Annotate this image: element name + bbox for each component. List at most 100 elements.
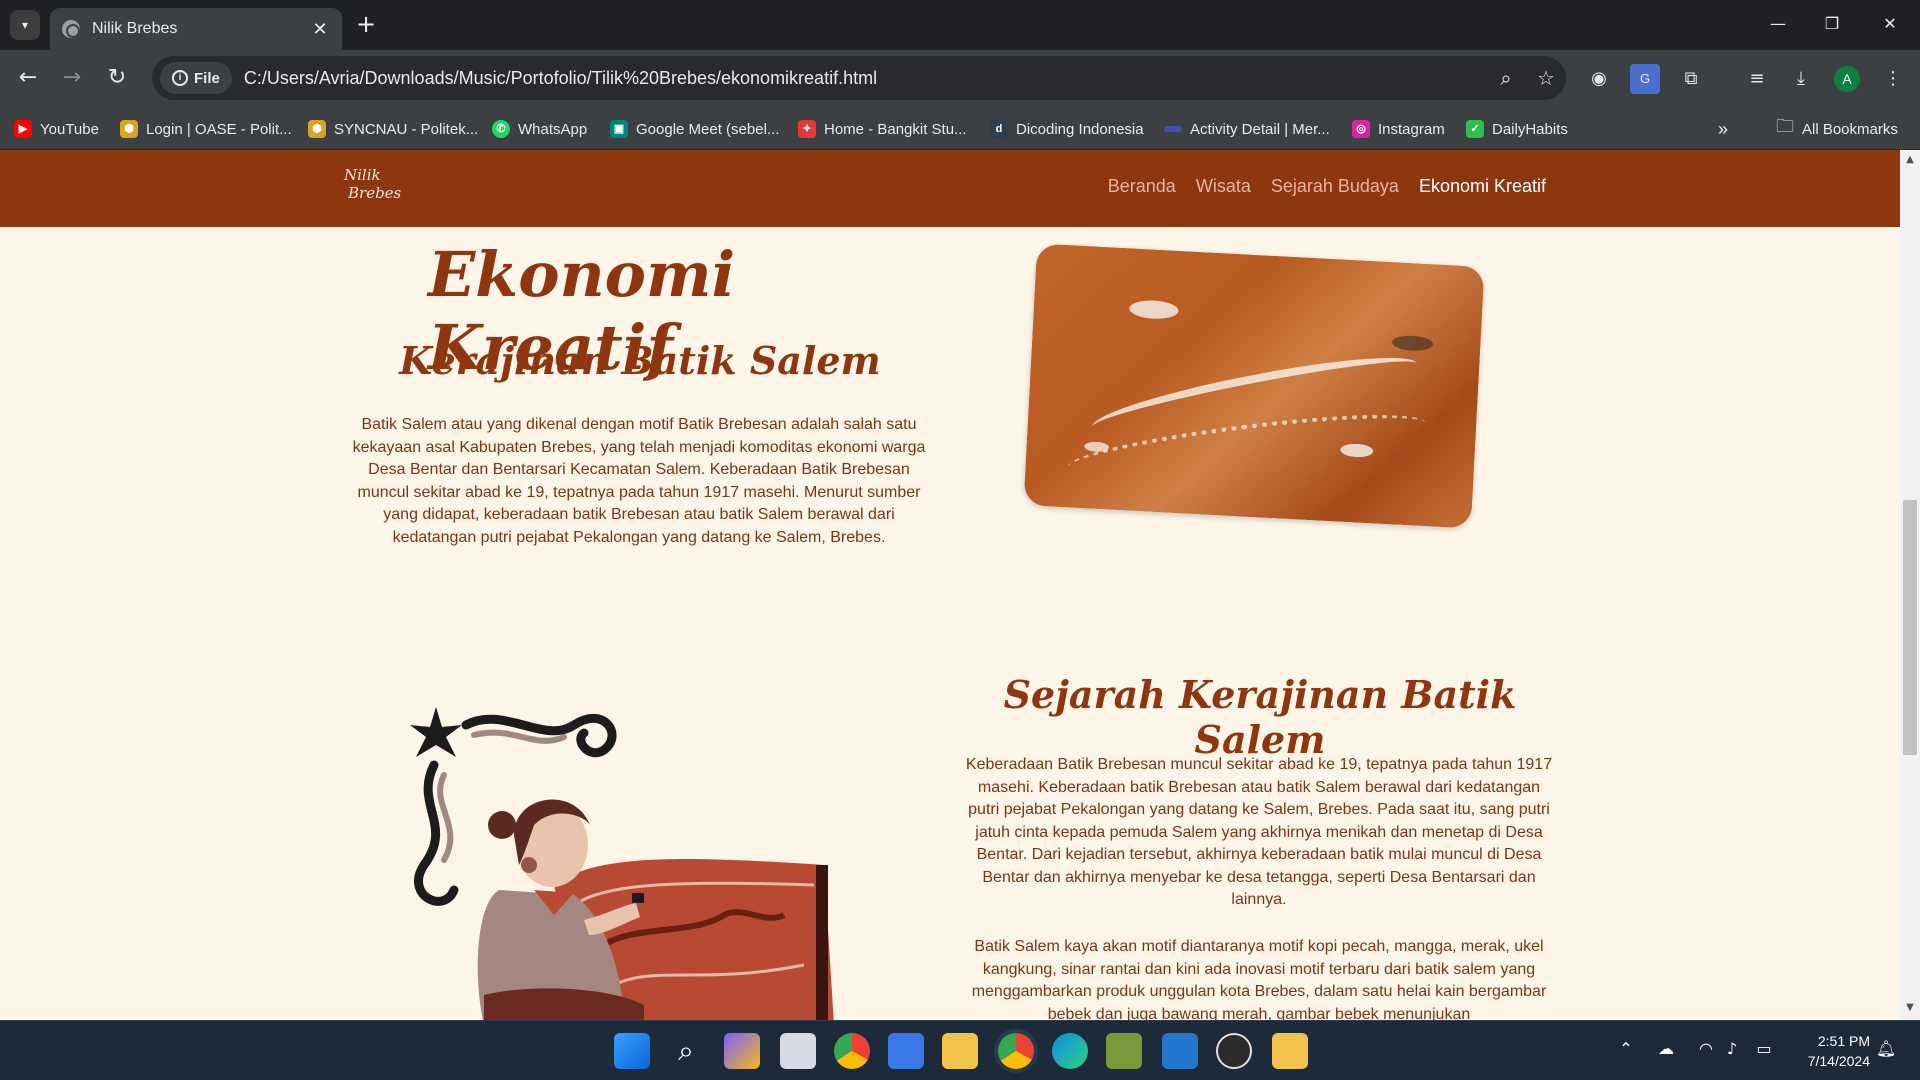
- all-bookmarks-label: All Bookmarks: [1802, 120, 1898, 138]
- onedrive-icon[interactable]: ☁: [1654, 1039, 1678, 1058]
- vscode-icon[interactable]: [1162, 1033, 1198, 1069]
- search-icon[interactable]: ⌕: [668, 1033, 704, 1069]
- scrollbar-thumb[interactable]: [1903, 500, 1917, 755]
- close-window-button[interactable]: ✕: [1870, 8, 1910, 40]
- minimize-window-button[interactable]: —: [1758, 8, 1798, 40]
- browser-toolbar: ← → ↻ i File C:/Users/Avria/Downloads/Mu…: [0, 50, 1920, 107]
- site-nav-links: Beranda Wisata Sejarah Budaya Ekonomi Kr…: [1108, 176, 1546, 197]
- arrow-right-icon: →: [62, 65, 82, 90]
- bookmark-google-meet[interactable]: ▣ Google Meet (sebel...: [610, 117, 779, 141]
- youtube-icon: ▶: [14, 120, 32, 138]
- chrome-profile-icon[interactable]: [998, 1033, 1034, 1069]
- reload-button[interactable]: ↻: [101, 62, 133, 94]
- media-control-icon[interactable]: ≡: [1742, 64, 1772, 94]
- bookmark-star-icon[interactable]: ☆: [1526, 66, 1566, 90]
- bookmark-syncnau[interactable]: ⬢ SYNCNAU - Politek...: [308, 117, 478, 141]
- bookmark-activity-detail[interactable]: Activity Detail | Mer...: [1164, 117, 1330, 141]
- arrow-left-icon: ←: [18, 65, 38, 90]
- bookmark-whatsapp[interactable]: ✆ WhatsApp: [492, 117, 587, 141]
- forward-button[interactable]: →: [56, 62, 88, 94]
- app-garden-icon[interactable]: [1106, 1033, 1142, 1069]
- site-chip-label: File: [194, 69, 220, 87]
- cloth-frame: [816, 865, 828, 1020]
- section-text-kerajinan: Batik Salem atau yang dikenal dengan mot…: [352, 416, 926, 546]
- address-bar[interactable]: i File C:/Users/Avria/Downloads/Music/Po…: [152, 56, 1566, 100]
- bookmark-label: Dicoding Indonesia: [1016, 120, 1144, 138]
- restore-window-button[interactable]: ❐: [1812, 8, 1852, 40]
- scroll-down-icon[interactable]: ▼: [1904, 1002, 1916, 1014]
- nav-link-beranda[interactable]: Beranda: [1108, 176, 1176, 197]
- more-menu-icon[interactable]: ⋮: [1878, 64, 1908, 94]
- instagram-icon: ◎: [1352, 120, 1370, 138]
- zoom-icon[interactable]: ⌕: [1486, 66, 1526, 90]
- windows-start-icon[interactable]: [614, 1033, 650, 1069]
- bookmark-dailyhabits[interactable]: ✓ DailyHabits: [1466, 117, 1568, 141]
- batik-artisan-illustration: [410, 707, 834, 1020]
- chrome-icon[interactable]: [834, 1033, 870, 1069]
- bookmark-label: Activity Detail | Mer...: [1190, 120, 1330, 138]
- copilot-icon[interactable]: [724, 1033, 760, 1069]
- microsoft-store-icon[interactable]: [888, 1033, 924, 1069]
- url-text[interactable]: C:/Users/Avria/Downloads/Music/Portofoli…: [244, 68, 1486, 89]
- google-translate-icon[interactable]: G: [1630, 64, 1660, 94]
- bookmark-label: Login | OASE - Polit...: [146, 120, 292, 138]
- bookmark-oase[interactable]: ⬢ Login | OASE - Polit...: [120, 117, 292, 141]
- scroll-up-icon[interactable]: ▲: [1904, 154, 1916, 166]
- artisan-cheek: [521, 857, 537, 873]
- tab-title: Nilik Brebes: [92, 20, 178, 37]
- back-button[interactable]: ←: [12, 62, 44, 94]
- nav-link-wisata[interactable]: Wisata: [1196, 176, 1251, 197]
- bookmark-dicoding[interactable]: d Dicoding Indonesia: [990, 117, 1144, 141]
- tray-overflow-chevron-icon[interactable]: ⌃: [1614, 1039, 1638, 1058]
- task-view-icon[interactable]: [780, 1033, 816, 1069]
- close-tab-icon[interactable]: ✕: [310, 19, 330, 40]
- windows-taskbar: ⌕ ⌃ ☁ ◠ ♪ ▭ 2:51 PM 7/14/2024 🔔︎: [0, 1020, 1920, 1080]
- volume-icon[interactable]: ♪: [1720, 1039, 1744, 1058]
- clock-time: 2:51 PM: [1817, 1033, 1870, 1049]
- bookmark-label: WhatsApp: [518, 120, 588, 138]
- globe-icon: [62, 20, 80, 38]
- nav-link-sejarah-budaya[interactable]: Sejarah Budaya: [1271, 176, 1399, 197]
- bookmarks-bar: ▶ YouTube ⬢ Login | OASE - Polit... ⬢ SY…: [0, 107, 1920, 150]
- browser-tab-active[interactable]: Nilik Brebes ✕: [50, 8, 342, 50]
- clock-date: 7/14/2024: [1807, 1053, 1870, 1069]
- wifi-icon[interactable]: ◠: [1694, 1039, 1718, 1058]
- canting-tool-icon: [632, 893, 644, 903]
- bookmark-youtube[interactable]: ▶ YouTube: [14, 117, 99, 141]
- extensions-puzzle-icon[interactable]: ⧉: [1676, 64, 1706, 94]
- bookmark-bangkit[interactable]: ✦ Home - Bangkit Stu...: [798, 117, 967, 141]
- site-logo[interactable]: Nilik Brebes: [344, 166, 414, 210]
- batik-fabric-photo: [1023, 243, 1485, 529]
- battery-icon[interactable]: ▭: [1752, 1039, 1776, 1058]
- media-player-icon[interactable]: [1216, 1033, 1252, 1069]
- more-bookmarks-button[interactable]: »: [1718, 117, 1728, 141]
- flower-ornament-icon: [410, 707, 462, 757]
- logo-line-1: Nilik: [344, 166, 381, 184]
- nav-link-ekonomi-kreatif[interactable]: Ekonomi Kreatif: [1419, 176, 1546, 197]
- tab-search-button[interactable]: ▾: [10, 10, 40, 40]
- bookmark-label: Google Meet (sebel...: [636, 120, 780, 138]
- reload-icon: ↻: [107, 65, 127, 90]
- artisan-hair-bun: [488, 811, 516, 839]
- extension-owl-icon[interactable]: ◉: [1584, 64, 1614, 94]
- notification-bell-icon[interactable]: 🔔︎: [1874, 1039, 1898, 1058]
- chevron-down-icon: ▾: [21, 18, 29, 32]
- page-scrollbar[interactable]: ▲ ▼: [1900, 150, 1920, 1020]
- bookmark-instagram[interactable]: ◎ Instagram: [1352, 117, 1445, 141]
- taskbar-clock[interactable]: 2:51 PM 7/14/2024: [1790, 1031, 1870, 1071]
- page-viewport: Nilik Brebes Beranda Wisata Sejarah Buda…: [0, 150, 1920, 1020]
- site-info-chip[interactable]: i File: [160, 62, 232, 94]
- dicoding-icon: d: [990, 120, 1008, 138]
- notes-icon[interactable]: [1272, 1033, 1308, 1069]
- bookmark-label: Home - Bangkit Stu...: [824, 120, 967, 138]
- new-tab-button[interactable]: +: [352, 10, 380, 38]
- section-heading-kerajinan: Kerajinan Batik Salem: [399, 338, 881, 383]
- edge-icon[interactable]: [1052, 1033, 1088, 1069]
- bookmark-label: Instagram: [1378, 120, 1445, 138]
- section-heading-sejarah: Sejarah Kerajinan Batik Salem: [1003, 672, 1517, 762]
- section-text-sejarah-2: Batik Salem kaya akan motif diantaranya …: [971, 938, 1547, 1020]
- all-bookmarks-button[interactable]: 🗀 All Bookmarks: [1776, 116, 1898, 141]
- download-icon[interactable]: ⤓: [1786, 64, 1816, 94]
- file-explorer-icon[interactable]: [942, 1033, 978, 1069]
- profile-avatar[interactable]: A: [1834, 66, 1860, 92]
